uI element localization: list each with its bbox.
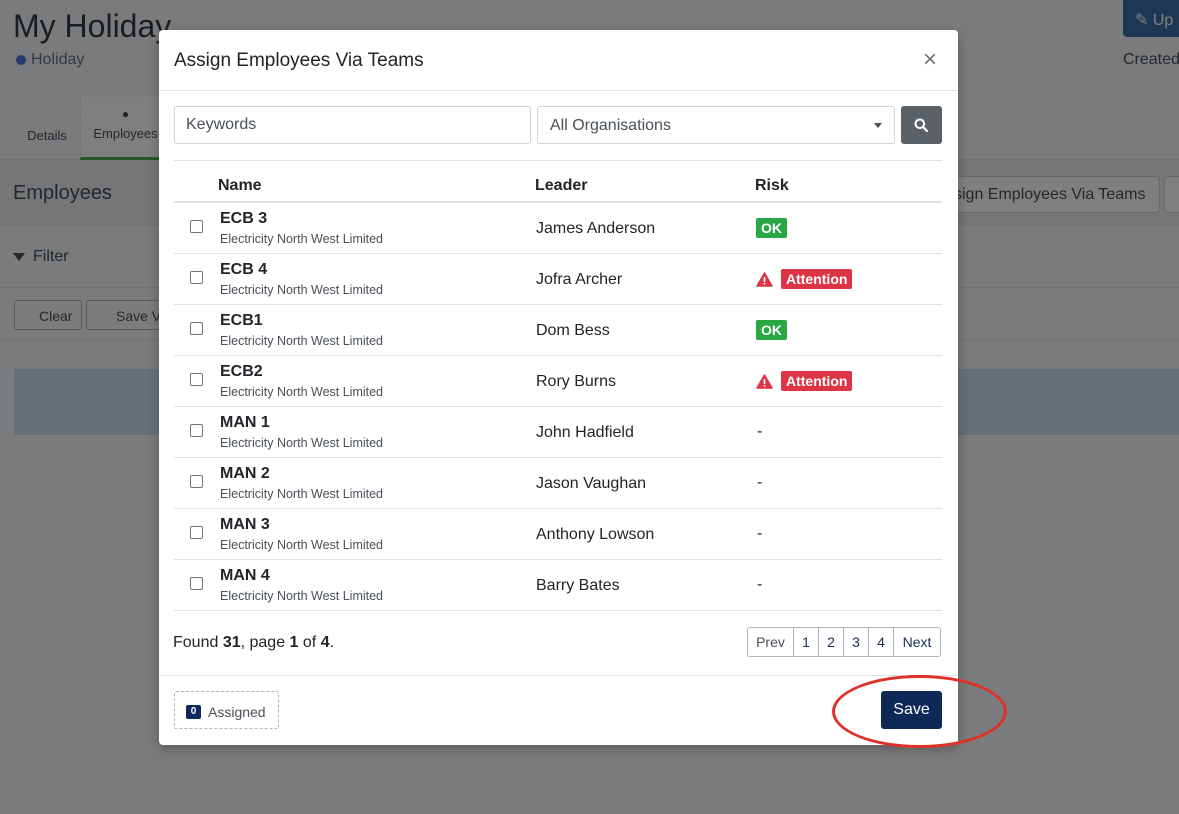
- team-leader: Jason Vaughan: [536, 475, 647, 492]
- column-header-name[interactable]: Name: [218, 177, 262, 195]
- team-name: MAN 4: [220, 567, 270, 584]
- organisation-select-value: All Organisations: [550, 117, 671, 134]
- team-name: ECB2: [220, 363, 263, 380]
- risk-none: -: [757, 474, 763, 491]
- divider: [159, 675, 958, 676]
- risk-cell: -: [756, 472, 762, 494]
- table-row: MAN 4 Electricity North West Limited Bar…: [174, 560, 942, 611]
- team-organisation: Electricity North West Limited: [220, 538, 384, 552]
- risk-badge-ok: OK: [756, 218, 787, 238]
- row-checkbox[interactable]: [190, 373, 203, 386]
- divider: [174, 160, 942, 161]
- risk-cell: -: [756, 574, 762, 596]
- team-organisation: Electricity North West Limited: [220, 385, 384, 399]
- team-organisation: Electricity North West Limited: [220, 232, 384, 246]
- assigned-count-badge: 0: [186, 705, 201, 719]
- modal-header: Assign Employees Via Teams ×: [159, 30, 958, 91]
- pagination-next[interactable]: Next: [893, 628, 940, 656]
- table-row: MAN 2 Electricity North West Limited Jas…: [174, 458, 942, 509]
- row-checkbox[interactable]: [190, 577, 203, 590]
- team-organisation: Electricity North West Limited: [220, 283, 384, 297]
- caret-down-icon: [874, 123, 882, 128]
- team-name: MAN 2: [220, 465, 270, 482]
- team-organisation: Electricity North West Limited: [220, 589, 384, 603]
- pagination-page-2[interactable]: 2: [818, 628, 843, 656]
- row-checkbox[interactable]: [190, 220, 203, 233]
- column-header-leader[interactable]: Leader: [535, 177, 587, 195]
- team-leader: Rory Burns: [536, 373, 617, 390]
- team-name: MAN 1: [220, 414, 270, 431]
- risk-none: -: [757, 423, 763, 440]
- assign-teams-modal: Assign Employees Via Teams × All Organis…: [159, 30, 958, 745]
- pagination: Prev 1 2 3 4 Next: [747, 627, 941, 657]
- row-checkbox[interactable]: [190, 526, 203, 539]
- row-checkbox[interactable]: [190, 322, 203, 335]
- organisation-select[interactable]: All Organisations: [537, 106, 895, 144]
- risk-cell: OK: [756, 319, 787, 341]
- row-checkbox[interactable]: [190, 271, 203, 284]
- risk-badge-attention: Attention: [781, 269, 853, 289]
- pagination-page-1[interactable]: 1: [793, 628, 818, 656]
- team-organisation: Electricity North West Limited: [220, 487, 384, 501]
- assigned-label: Assigned: [208, 704, 266, 720]
- risk-cell: OK: [756, 217, 787, 239]
- risk-badge-ok: OK: [756, 320, 787, 340]
- table-row: ECB2 Electricity North West Limited Rory…: [174, 356, 942, 407]
- team-leader: Dom Bess: [536, 322, 610, 339]
- highlight-annotation-circle: [832, 675, 1007, 748]
- table-row: MAN 1 Electricity North West Limited Joh…: [174, 407, 942, 458]
- team-name: ECB1: [220, 312, 263, 329]
- team-leader: Jofra Archer: [536, 271, 623, 288]
- risk-cell: -: [756, 421, 762, 443]
- search-icon: [914, 118, 928, 132]
- risk-none: -: [757, 525, 763, 542]
- table-row: ECB1 Electricity North West Limited Dom …: [174, 305, 942, 356]
- risk-cell: Attention: [756, 370, 853, 392]
- keywords-search-input[interactable]: [174, 106, 531, 144]
- pagination-page-4[interactable]: 4: [868, 628, 893, 656]
- team-leader: John Hadfield: [536, 424, 634, 441]
- risk-badge-attention: Attention: [781, 371, 853, 391]
- warning-icon: [756, 271, 773, 287]
- risk-cell: -: [756, 523, 762, 545]
- team-organisation: Electricity North West Limited: [220, 334, 384, 348]
- risk-cell: Attention: [756, 268, 853, 290]
- pagination-page-3[interactable]: 3: [843, 628, 868, 656]
- team-name: ECB 4: [220, 261, 268, 278]
- team-leader: James Anderson: [536, 220, 656, 237]
- row-checkbox[interactable]: [190, 424, 203, 437]
- table-row: MAN 3 Electricity North West Limited Ant…: [174, 509, 942, 560]
- risk-none: -: [757, 576, 763, 593]
- warning-icon: [756, 373, 773, 389]
- search-button[interactable]: [901, 106, 942, 144]
- team-leader: Anthony Lowson: [536, 526, 655, 543]
- row-checkbox[interactable]: [190, 475, 203, 488]
- close-icon[interactable]: ×: [918, 48, 942, 72]
- table-row: ECB 3 Electricity North West Limited Jam…: [174, 203, 942, 254]
- team-leader: Barry Bates: [536, 577, 620, 594]
- team-organisation: Electricity North West Limited: [220, 436, 384, 450]
- teams-table-body: ECB 3 Electricity North West Limited Jam…: [174, 203, 942, 611]
- results-summary: Found 31, page 1 of 4.: [173, 634, 335, 651]
- table-row: ECB 4 Electricity North West Limited Jof…: [174, 254, 942, 305]
- pagination-prev[interactable]: Prev: [748, 628, 793, 656]
- column-header-risk[interactable]: Risk: [755, 177, 789, 195]
- team-name: ECB 3: [220, 210, 268, 227]
- modal-title: Assign Employees Via Teams: [174, 50, 424, 71]
- team-name: MAN 3: [220, 516, 270, 533]
- assigned-counter: 0 Assigned: [174, 691, 279, 729]
